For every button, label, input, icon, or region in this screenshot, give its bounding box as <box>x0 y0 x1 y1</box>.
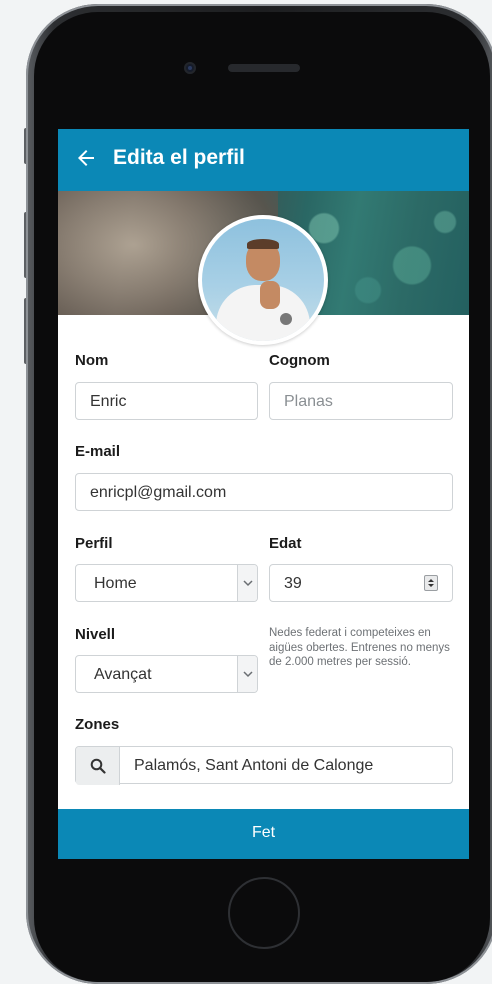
cognom-field[interactable]: Planas <box>269 382 453 420</box>
cognom-placeholder: Planas <box>284 393 333 410</box>
arrow-left-icon[interactable] <box>74 146 98 170</box>
zones-value: Palamós, Sant Antoni de Calonge <box>134 757 374 774</box>
perfil-select-arrow[interactable] <box>237 565 257 601</box>
avatar-hair <box>247 239 279 249</box>
edat-value: 39 <box>284 575 302 592</box>
perfil-value: Home <box>94 575 137 592</box>
nom-field[interactable]: Enric <box>75 382 258 420</box>
perfil-select[interactable]: Home <box>75 564 258 602</box>
avatar[interactable] <box>198 215 328 345</box>
avatar-photo <box>202 219 324 341</box>
cognom-label: Cognom <box>269 352 330 369</box>
email-value: enricpl@gmail.com <box>90 484 227 501</box>
edat-field[interactable]: 39 <box>269 564 453 602</box>
email-label: E-mail <box>75 443 121 460</box>
nivell-select-arrow[interactable] <box>237 656 257 692</box>
done-button[interactable]: Fet <box>58 809 469 859</box>
app-screen: Edita el perfil Nom Cognom Enric Planas … <box>58 129 469 859</box>
chevron-down-icon <box>243 671 253 678</box>
nom-value: Enric <box>90 393 127 410</box>
email-field[interactable]: enricpl@gmail.com <box>75 473 453 511</box>
zones-search-field[interactable]: Palamós, Sant Antoni de Calonge <box>75 746 453 785</box>
home-button[interactable] <box>228 877 300 949</box>
stepper-arrows-icon <box>428 579 434 587</box>
top-bar: Edita el perfil <box>58 129 469 191</box>
nom-label: Nom <box>75 352 109 369</box>
edat-label: Edat <box>269 535 302 552</box>
nivell-hint: Nedes federat i competeixes en aigües ob… <box>269 627 450 668</box>
earpiece-speaker <box>228 64 300 72</box>
front-camera <box>184 62 196 74</box>
done-button-label: Fet <box>251 824 276 841</box>
search-icon <box>90 758 106 774</box>
zones-search-addon <box>76 747 120 785</box>
avatar-thumb <box>260 281 280 309</box>
avatar-watch <box>280 313 292 325</box>
perfil-label: Perfil <box>75 535 113 552</box>
edat-stepper[interactable] <box>424 575 438 591</box>
zones-label: Zones <box>75 716 120 733</box>
nivell-select[interactable]: Avançat <box>75 655 258 693</box>
page-title: Edita el perfil <box>113 146 245 169</box>
nivell-label: Nivell <box>75 626 116 643</box>
nivell-value: Avançat <box>94 666 152 683</box>
chevron-down-icon <box>243 580 253 587</box>
